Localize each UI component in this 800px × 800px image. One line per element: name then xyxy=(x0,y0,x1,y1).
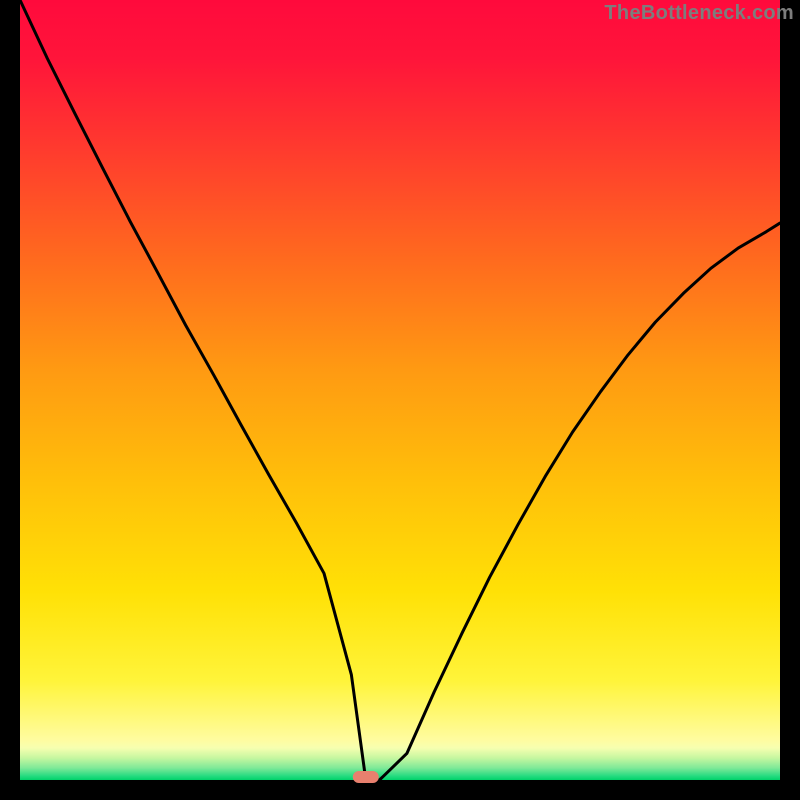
trough-marker xyxy=(353,771,379,783)
chart-stage: TheBottleneck.com xyxy=(0,0,800,800)
trough-marker-pill xyxy=(353,771,379,783)
plot-area xyxy=(20,0,780,783)
gradient-sky xyxy=(20,0,780,740)
chart-svg xyxy=(0,0,800,800)
